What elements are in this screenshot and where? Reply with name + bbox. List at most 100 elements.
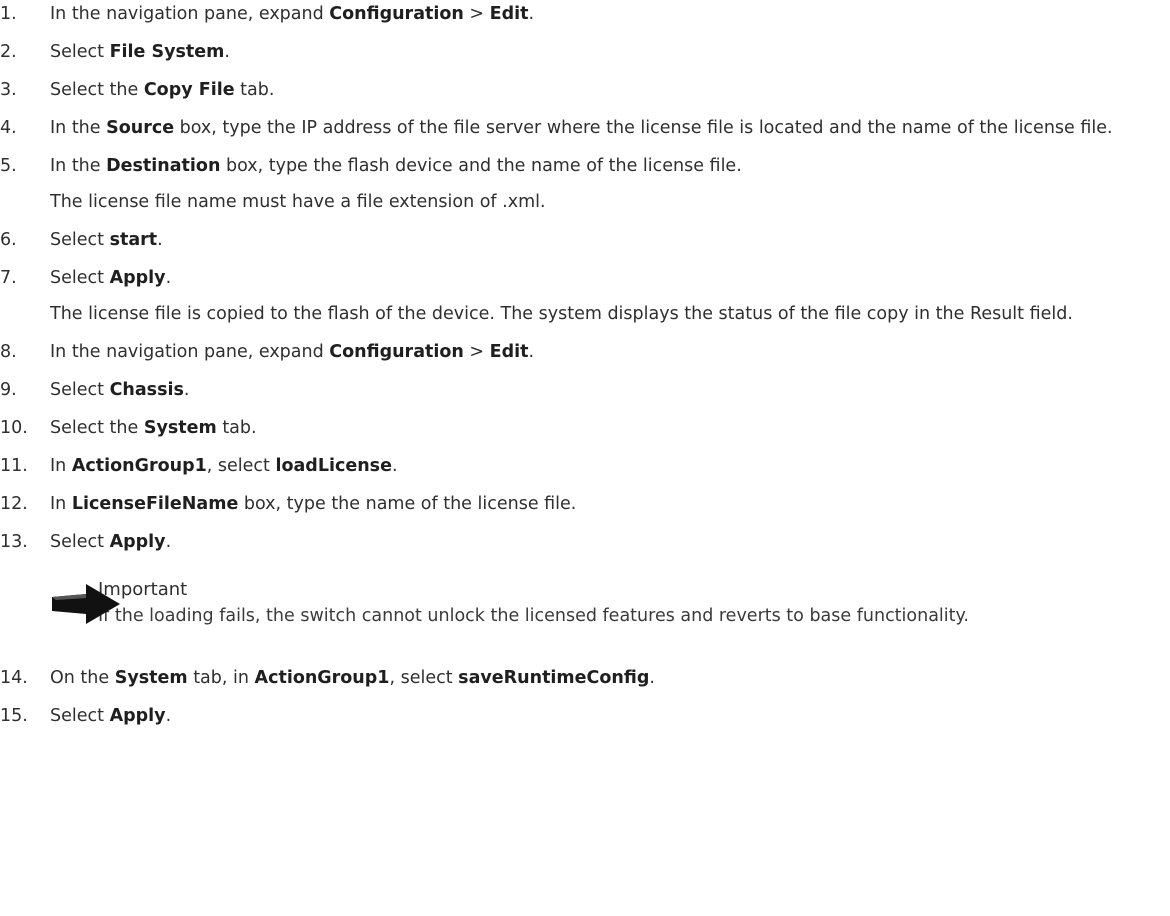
- step-text: In the navigation pane, expand Configura…: [50, 0, 1170, 28]
- list-item: 1. In the navigation pane, expand Configu…: [0, 0, 1170, 28]
- list-item: 11. In ActionGroup1, select loadLicense.: [0, 452, 1170, 480]
- step-number: 9.: [0, 380, 17, 400]
- step-number: 13.: [0, 532, 28, 552]
- step-number: 10.: [0, 418, 28, 438]
- step-text-run: >: [463, 4, 490, 24]
- step-text-run: , select: [206, 456, 276, 476]
- ui-term: Destination: [106, 156, 221, 176]
- step-text: On the System tab, in ActionGroup1, sele…: [50, 664, 1170, 692]
- step-number: 15.: [0, 706, 28, 726]
- step-text-run: .: [165, 706, 172, 726]
- step-text-run: >: [463, 342, 490, 362]
- step-text-run: Select: [50, 230, 110, 250]
- step-text: Select the Copy File tab.: [50, 76, 1170, 104]
- ui-term: LicenseFileName: [71, 494, 239, 514]
- step-text: Select start.: [50, 226, 1170, 254]
- list-item: 3. Select the Copy File tab.: [0, 76, 1170, 104]
- list-item: 5. In the Destination box, type the flash…: [0, 152, 1170, 180]
- step-text-run: box, type the flash device and the name …: [220, 156, 742, 176]
- step-number: 3.: [0, 80, 17, 100]
- step-text: In the Source box, type the IP address o…: [50, 114, 1170, 142]
- list-item: 13. Select Apply.: [0, 528, 1170, 556]
- procedure-document: 1. In the navigation pane, expand Configu…: [0, 0, 1170, 740]
- step-text: Select File System.: [50, 38, 1170, 66]
- ui-term: Apply: [109, 706, 166, 726]
- step-text-run: In the navigation pane, expand: [50, 4, 330, 24]
- step-number: 6.: [0, 230, 17, 250]
- step-text-run: Select the: [50, 80, 144, 100]
- step-text: Select the System tab.: [50, 414, 1170, 442]
- ui-term: Configuration: [329, 342, 464, 362]
- step-number: 2.: [0, 42, 17, 62]
- steps-list-part-2: 14. On the System tab, in ActionGroup1, s…: [0, 664, 1170, 730]
- ui-term: Edit: [489, 4, 529, 24]
- step-note: The license file name must have a file e…: [50, 192, 546, 212]
- ui-term: Copy File: [143, 80, 235, 100]
- ui-term: Configuration: [329, 4, 464, 24]
- step-text: In ActionGroup1, select loadLicense.: [50, 452, 1170, 480]
- step-text: Select Apply.: [50, 702, 1170, 730]
- step-text-run: .: [183, 380, 190, 400]
- callout-text: If the loading fails, the switch cannot …: [98, 606, 969, 626]
- list-item: 15. Select Apply.: [0, 702, 1170, 730]
- step-text-run: In: [50, 494, 72, 514]
- step-text: Select Chassis.: [50, 376, 1170, 404]
- step-number: 12.: [0, 494, 28, 514]
- step-text-run: , select: [389, 668, 459, 688]
- step-text-run: In: [50, 456, 72, 476]
- step-text-run: .: [649, 668, 655, 688]
- step-number: 5.: [0, 156, 17, 176]
- ui-term: Edit: [489, 342, 529, 362]
- step-number: 14.: [0, 668, 28, 688]
- step-text: In LicenseFileName box, type the name of…: [50, 490, 1170, 518]
- important-callout: Important If the loading fails, the swit…: [0, 576, 1170, 630]
- step-number: 7.: [0, 268, 17, 288]
- step-note: The license file is copied to the flash …: [50, 304, 1073, 324]
- step-text-run: Select: [50, 380, 110, 400]
- step-text-run: On the: [50, 668, 115, 688]
- list-item: 7. Select Apply.: [0, 264, 1170, 292]
- ui-term: loadLicense: [275, 456, 392, 476]
- ui-term: start: [109, 230, 158, 250]
- step-text-run: tab.: [216, 418, 257, 438]
- list-item: 4. In the Source box, type the IP address…: [0, 114, 1170, 142]
- step-text-run: In the: [50, 118, 107, 138]
- step-text-run: .: [528, 4, 535, 24]
- step-text-run: In the navigation pane, expand: [50, 342, 330, 362]
- ui-term: Apply: [109, 268, 166, 288]
- step-text: In the navigation pane, expand Configura…: [50, 338, 1170, 366]
- callout-title: Important: [98, 579, 188, 600]
- ui-term: Apply: [109, 532, 166, 552]
- step-text-run: .: [224, 42, 230, 62]
- step-text: Select Apply.: [50, 528, 1170, 556]
- list-item: 8. In the navigation pane, expand Configu…: [0, 338, 1170, 366]
- step-text-run: .: [165, 268, 172, 288]
- step-number: 11.: [0, 456, 28, 476]
- step-text-run: tab.: [234, 80, 275, 100]
- step-text-run: tab, in: [187, 668, 255, 688]
- step-text-run: Select: [50, 532, 110, 552]
- ui-term: File System: [109, 42, 225, 62]
- list-item: 9. Select Chassis.: [0, 376, 1170, 404]
- step-text-run: Select: [50, 268, 110, 288]
- step-text-run: Select the: [50, 418, 144, 438]
- arrow-right-icon: [52, 584, 120, 624]
- list-item: 12. In LicenseFileName box, type the name…: [0, 490, 1170, 518]
- list-item: 14. On the System tab, in ActionGroup1, s…: [0, 664, 1170, 692]
- step-text-run: .: [157, 230, 163, 250]
- step-number: 4.: [0, 118, 17, 138]
- ui-term: System: [143, 418, 217, 438]
- ui-term: Source: [106, 118, 175, 138]
- ui-term: saveRuntimeConfig: [458, 668, 650, 688]
- ui-term: System: [114, 668, 188, 688]
- step-text-run: .: [165, 532, 172, 552]
- ui-term: ActionGroup1: [254, 668, 390, 688]
- list-item: 2. Select File System.: [0, 38, 1170, 66]
- step-text-run: .: [391, 456, 398, 476]
- ui-term: ActionGroup1: [71, 456, 207, 476]
- step-text: In the Destination box, type the flash d…: [50, 152, 1170, 180]
- list-item: 10. Select the System tab.: [0, 414, 1170, 442]
- ui-term: Chassis: [109, 380, 184, 400]
- steps-list-part-1: 1. In the navigation pane, expand Configu…: [0, 0, 1170, 556]
- step-text-run: Select: [50, 42, 110, 62]
